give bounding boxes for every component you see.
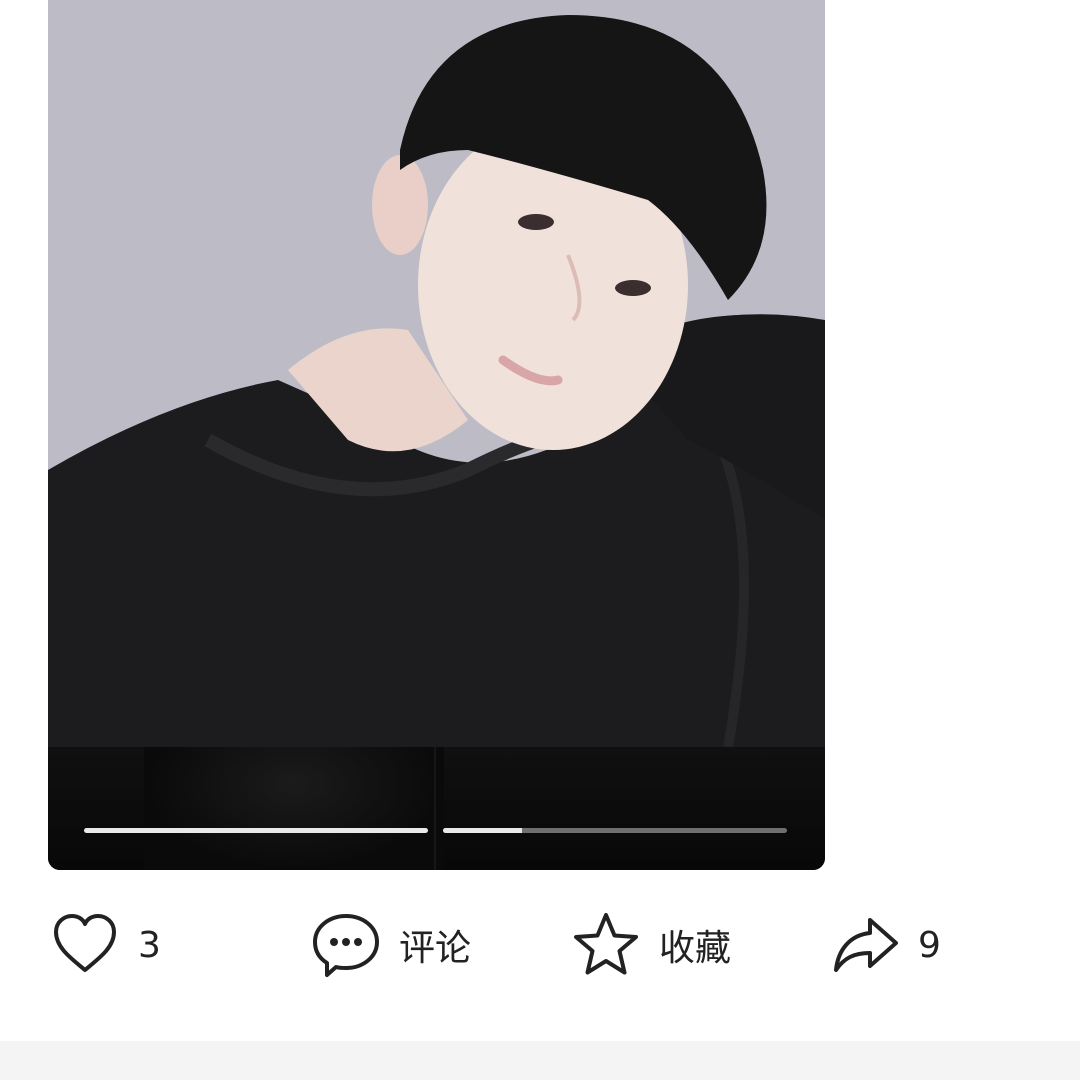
- share-icon: [830, 910, 900, 980]
- share-count: 9: [918, 924, 941, 966]
- progress-segment-2[interactable]: [443, 828, 787, 833]
- heart-icon: [50, 910, 120, 980]
- video-bar-divider: [434, 747, 436, 870]
- portrait-image: [48, 0, 825, 747]
- footer-separator: [0, 1041, 1080, 1080]
- video-control-bar: [48, 747, 825, 870]
- post-photo[interactable]: [48, 0, 825, 747]
- progress-segment-1[interactable]: [84, 828, 428, 833]
- progress-segment-2-fill: [443, 828, 523, 833]
- comment-label: 评论: [399, 928, 472, 969]
- video-bar-shadow: [144, 747, 444, 870]
- post-action-bar: 3 评论 收藏 9: [0, 895, 1080, 995]
- comment-button[interactable]: 评论: [311, 895, 471, 995]
- post-media-card[interactable]: [48, 0, 825, 870]
- collect-button[interactable]: 收藏: [571, 895, 731, 995]
- comment-icon: [311, 910, 381, 980]
- like-button[interactable]: 3: [50, 895, 161, 995]
- star-icon: [571, 910, 641, 980]
- like-count: 3: [138, 924, 161, 966]
- share-button[interactable]: 9: [830, 895, 941, 995]
- collect-label: 收藏: [659, 928, 732, 969]
